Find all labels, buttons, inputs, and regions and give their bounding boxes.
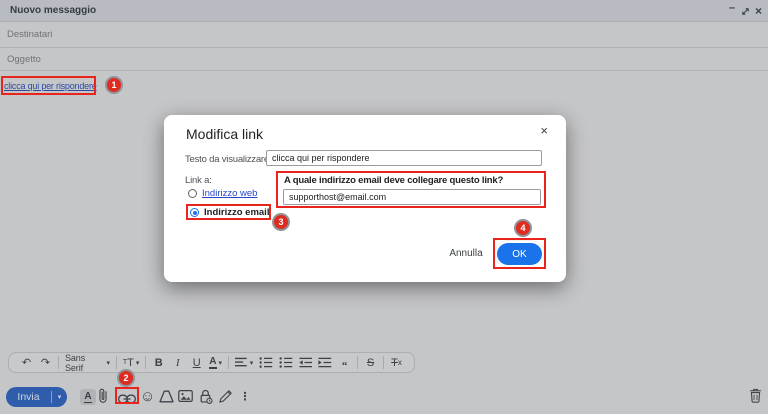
- recipients-field[interactable]: Destinatari: [0, 22, 768, 48]
- popout-icon[interactable]: [739, 0, 752, 22]
- remove-formatting-icon[interactable]: Tx: [390, 353, 403, 372]
- attach-file-icon[interactable]: [97, 388, 109, 404]
- toolbar-separator: [116, 356, 118, 369]
- annotation-badge-1: 1: [105, 76, 123, 94]
- text-color-icon[interactable]: A ▾: [209, 353, 222, 372]
- email-question-label: A quale indirizzo email deve collegare q…: [284, 175, 504, 186]
- email-address-option[interactable]: Indirizzo email: [190, 207, 269, 218]
- display-text-label: Testo da visualizzare:: [185, 154, 272, 165]
- recipients-placeholder: Destinatari: [7, 29, 53, 40]
- cancel-button[interactable]: Annulla: [448, 248, 484, 259]
- undo-icon[interactable]: ↶: [20, 353, 33, 372]
- font-family-selector[interactable]: Sans Serif ▾: [65, 353, 111, 373]
- numbered-list-icon[interactable]: [259, 353, 273, 372]
- discard-draft-trash-icon[interactable]: [749, 387, 762, 403]
- dialog-title: Modifica link: [186, 126, 264, 142]
- compose-window: Nuovo messaggio – × Destinatari Oggetto …: [0, 0, 768, 414]
- insert-emoji-icon[interactable]: ☺: [140, 388, 155, 405]
- formatting-options-icon[interactable]: A: [80, 389, 96, 405]
- formatting-toolbar: ↶ ↷ Sans Serif ▾ TT ▾ B I U A ▾ ▾ “ S T …: [8, 352, 415, 373]
- align-icon[interactable]: ▾: [235, 353, 253, 372]
- drive-icon[interactable]: [159, 388, 174, 404]
- compose-titlebar: Nuovo messaggio – ×: [0, 0, 768, 22]
- bold-icon[interactable]: B: [152, 353, 165, 372]
- redo-icon[interactable]: ↷: [39, 353, 52, 372]
- italic-icon[interactable]: I: [171, 353, 184, 372]
- web-address-radio[interactable]: [188, 189, 197, 198]
- quote-icon[interactable]: “: [338, 353, 351, 372]
- more-options-icon[interactable]: ⋮: [240, 388, 251, 404]
- bulleted-list-icon[interactable]: [279, 353, 293, 372]
- send-button[interactable]: Invia ▾: [6, 387, 67, 407]
- send-options-chevron-icon[interactable]: ▾: [52, 393, 67, 401]
- email-address-radio[interactable]: [190, 208, 199, 217]
- link-to-label: Link a:: [185, 175, 212, 186]
- confidential-mode-icon[interactable]: [198, 388, 213, 404]
- chevron-down-icon: ▾: [135, 359, 140, 367]
- subject-placeholder: Oggetto: [7, 53, 41, 65]
- insert-image-icon[interactable]: [178, 388, 193, 404]
- chevron-down-icon: ▾: [249, 359, 254, 367]
- insert-link-icon[interactable]: [118, 391, 136, 407]
- compose-title: Nuovo messaggio: [10, 5, 97, 16]
- toolbar-separator: [383, 356, 385, 369]
- subject-field[interactable]: Oggetto: [0, 48, 768, 71]
- dialog-close-icon[interactable]: ×: [540, 123, 548, 138]
- send-label: Invia: [17, 391, 40, 403]
- toolbar-separator: [228, 356, 230, 369]
- signature-pen-icon[interactable]: [218, 388, 233, 404]
- indent-increase-icon[interactable]: [318, 353, 332, 372]
- display-text-input[interactable]: [266, 150, 542, 166]
- chevron-down-icon: ▾: [106, 359, 111, 367]
- email-address-label[interactable]: Indirizzo email: [204, 207, 269, 218]
- chevron-down-icon: ▾: [218, 359, 223, 367]
- email-address-input[interactable]: [283, 189, 541, 205]
- strikethrough-icon[interactable]: S: [364, 353, 377, 372]
- web-address-option[interactable]: Indirizzo web: [188, 188, 257, 199]
- toolbar-separator: [145, 356, 147, 369]
- annotation-badge-2: 2: [117, 369, 135, 387]
- annotation-badge-3: 3: [272, 213, 290, 231]
- close-icon[interactable]: ×: [752, 0, 765, 22]
- indent-decrease-icon[interactable]: [299, 353, 313, 372]
- underline-icon[interactable]: U: [190, 353, 203, 372]
- web-address-label[interactable]: Indirizzo web: [202, 188, 257, 199]
- body-hyperlink[interactable]: clicca qui per rispondere: [4, 81, 97, 91]
- edit-link-dialog: Modifica link × Testo da visualizzare: L…: [164, 115, 566, 282]
- toolbar-separator: [357, 356, 359, 369]
- minimize-icon[interactable]: –: [726, 0, 738, 22]
- ok-button[interactable]: OK: [494, 240, 545, 268]
- toolbar-separator: [58, 356, 59, 369]
- annotation-badge-4: 4: [514, 219, 532, 237]
